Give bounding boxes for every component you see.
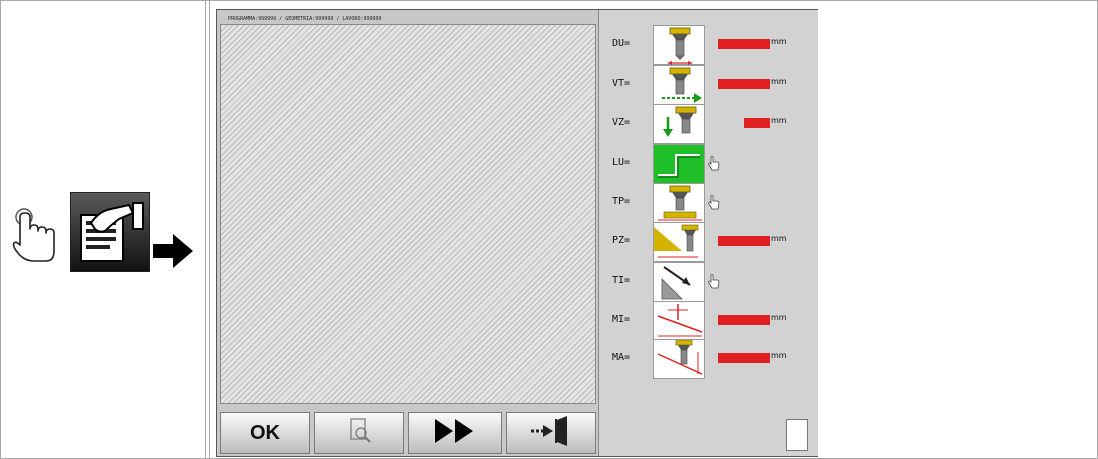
zoom-button[interactable] [314, 412, 404, 454]
ok-button-label: OK [250, 421, 280, 444]
param-value-box[interactable] [718, 353, 770, 363]
param-label: TP= [612, 196, 631, 207]
table-divider-2 [209, 0, 210, 459]
zoom-icon [343, 417, 375, 449]
param-row-vt: VT= mm [612, 65, 812, 105]
param-row-vz: VZ= mm [612, 104, 812, 144]
param-unit: mm [771, 116, 787, 125]
exit-button[interactable] [506, 412, 596, 454]
param-label: LU= [612, 157, 631, 168]
param-unit: mm [771, 351, 787, 360]
param-row-ti: TI= [612, 262, 812, 302]
table-divider-1 [205, 0, 206, 459]
min-angle-icon [653, 301, 705, 341]
param-label: MI= [612, 314, 631, 325]
table-left-border [0, 0, 1, 459]
param-row-pz: PZ= mm [612, 222, 812, 262]
max-angle-icon [653, 339, 705, 379]
param-value-box[interactable] [718, 79, 770, 89]
fast-forward-icon [433, 417, 477, 449]
program-edit-icon[interactable] [70, 192, 150, 272]
piece-depth-icon [653, 222, 705, 262]
tilt-icon[interactable] [653, 262, 705, 302]
param-row-tp: TP= [612, 183, 812, 223]
tool-feed-horizontal-icon [653, 65, 705, 105]
param-row-ma: MA= mm [612, 339, 812, 379]
param-unit: mm [771, 77, 787, 86]
param-label: DU= [612, 38, 631, 49]
pointer-hand-icon [707, 274, 721, 290]
param-unit: mm [771, 234, 787, 243]
param-unit: mm [771, 313, 787, 322]
param-unit: mm [771, 37, 787, 46]
param-value-box[interactable] [718, 39, 770, 49]
graphic-preview-area [220, 24, 596, 404]
tool-feed-vertical-icon [653, 104, 705, 144]
param-label: MA= [612, 352, 631, 363]
step-profile-icon[interactable] [653, 144, 705, 184]
exit-door-icon [527, 416, 575, 450]
tool-position-icon[interactable] [653, 183, 705, 223]
fast-forward-button[interactable] [408, 412, 502, 454]
ok-button[interactable]: OK [220, 412, 310, 454]
program-header: PROGRAMMA:999999 / GEOMETRIA:999999 / LA… [228, 16, 382, 22]
param-label: VT= [612, 78, 631, 89]
touch-hand-icon [10, 205, 68, 265]
param-row-mi: MI= mm [612, 301, 812, 341]
pointer-hand-icon [707, 195, 721, 211]
tool-diameter-icon [653, 25, 705, 65]
param-row-lu: LU= [612, 144, 812, 184]
param-label: TI= [612, 275, 631, 286]
param-value-box[interactable] [718, 236, 770, 246]
status-indicator [786, 419, 808, 451]
param-value-box[interactable] [718, 315, 770, 325]
pointer-hand-icon [707, 156, 721, 172]
table-top-border [0, 0, 1098, 1]
param-label: PZ= [612, 235, 631, 246]
param-value-box[interactable] [744, 118, 770, 128]
param-label: VZ= [612, 117, 631, 128]
right-arrow-icon [153, 234, 195, 272]
param-row-du: DU= mm [612, 25, 812, 65]
